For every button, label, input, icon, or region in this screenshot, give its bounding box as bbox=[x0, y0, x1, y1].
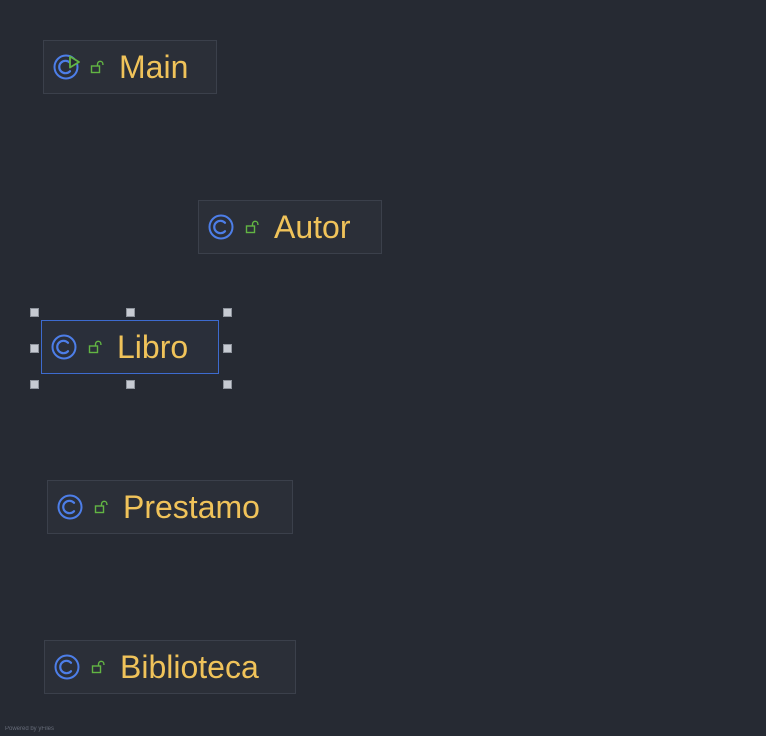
unlock-icon bbox=[244, 219, 260, 235]
resize-handle-bottom[interactable] bbox=[126, 380, 135, 389]
resize-handle-left[interactable] bbox=[30, 344, 39, 353]
class-run-icon bbox=[52, 53, 80, 81]
class-node-libro[interactable]: Libro bbox=[41, 320, 219, 374]
resize-handle-bottom-left[interactable] bbox=[30, 380, 39, 389]
resize-handle-top[interactable] bbox=[126, 308, 135, 317]
class-node-biblioteca[interactable]: Biblioteca bbox=[44, 640, 296, 694]
unlock-icon bbox=[87, 339, 103, 355]
unlock-icon bbox=[90, 659, 106, 675]
class-node-label: Main bbox=[119, 49, 189, 85]
diagram-canvas: Main Autor Libro Prestamo Biblioteca Pow… bbox=[0, 0, 766, 736]
class-node-prestamo[interactable]: Prestamo bbox=[47, 480, 293, 534]
class-node-main[interactable]: Main bbox=[43, 40, 217, 94]
class-icon bbox=[50, 333, 78, 361]
class-icon bbox=[56, 493, 84, 521]
resize-handle-top-right[interactable] bbox=[223, 308, 232, 317]
class-node-label: Autor bbox=[274, 209, 351, 245]
powered-by-note: Powered by yFiles bbox=[5, 726, 55, 732]
class-icon bbox=[53, 653, 81, 681]
resize-handle-top-left[interactable] bbox=[30, 308, 39, 317]
class-node-label: Biblioteca bbox=[120, 649, 259, 685]
class-node-autor[interactable]: Autor bbox=[198, 200, 382, 254]
class-node-label: Prestamo bbox=[123, 489, 260, 525]
class-node-label: Libro bbox=[117, 329, 189, 365]
unlock-icon bbox=[93, 499, 109, 515]
unlock-icon bbox=[89, 59, 105, 75]
resize-handle-right[interactable] bbox=[223, 344, 232, 353]
class-icon bbox=[207, 213, 235, 241]
resize-handle-bottom-right[interactable] bbox=[223, 380, 232, 389]
